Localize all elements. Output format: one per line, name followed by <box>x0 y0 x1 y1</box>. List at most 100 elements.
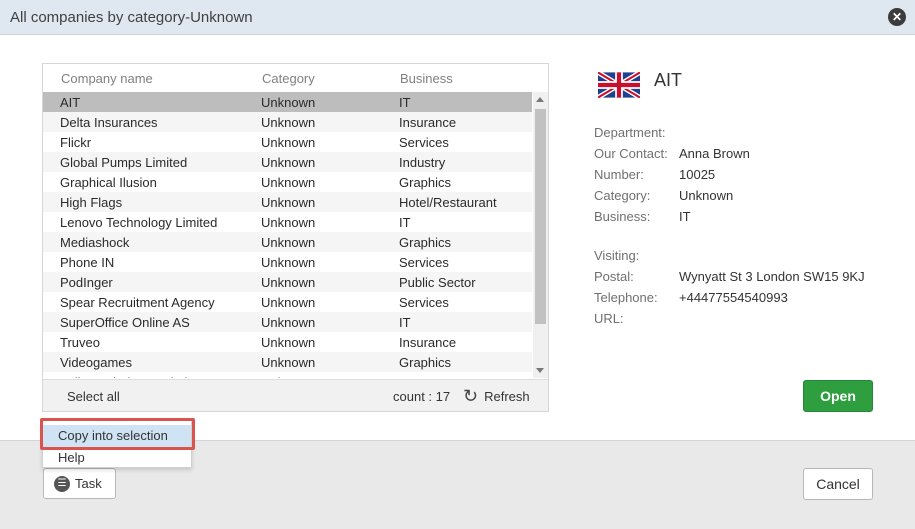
cell-business: Public Sector <box>399 275 476 290</box>
column-header-business[interactable]: Business <box>400 71 453 86</box>
cell-company-name: Graphical Ilusion <box>60 175 157 190</box>
cell-company-name: Lenovo Technology Limited <box>60 215 218 230</box>
table-row[interactable]: Yellow Windows solutions Unknown IT <box>43 372 532 378</box>
cell-category: Unknown <box>261 315 316 330</box>
cell-category: Unknown <box>261 115 316 130</box>
cell-category: Unknown <box>261 135 316 150</box>
table-row[interactable]: Global Pumps Limited Unknown Industry <box>43 152 532 172</box>
cell-business: Services <box>399 135 449 150</box>
cell-company-name: SuperOffice Online AS <box>60 315 190 330</box>
cell-business: Hotel/Restaurant <box>399 195 497 210</box>
uk-flag-icon <box>598 72 640 98</box>
department-label: Department: <box>594 125 666 140</box>
table-row[interactable]: Videogames Unknown Graphics <box>43 352 532 372</box>
refresh-label: Refresh <box>484 389 530 404</box>
cell-business: IT <box>399 215 411 230</box>
cell-business: Graphics <box>399 355 452 370</box>
postal-value: Wynyatt St 3 London SW15 9KJ <box>679 269 865 284</box>
cell-business: Industry <box>399 155 446 170</box>
cell-business: Graphics <box>399 235 452 250</box>
contact-value: Anna Brown <box>679 146 750 161</box>
table-row[interactable]: Delta Insurances Unknown Insurance <box>43 112 532 132</box>
cell-category: Unknown <box>261 155 316 170</box>
cell-business: Insurance <box>399 335 457 350</box>
dialog-title: All companies by category-Unknown <box>10 8 253 26</box>
scroll-thumb[interactable] <box>535 109 546 324</box>
table-row[interactable]: Spear Recruitment Agency Unknown Services <box>43 292 532 312</box>
cell-business: Services <box>399 255 449 270</box>
table-row[interactable]: High Flags Unknown Hotel/Restaurant <box>43 192 532 212</box>
telephone-value[interactable]: +44477554540993 <box>679 290 788 305</box>
table-row[interactable]: SuperOffice Online AS Unknown IT <box>43 312 532 332</box>
cell-company-name: Delta Insurances <box>60 115 158 130</box>
table-row[interactable]: PodInger Unknown Public Sector <box>43 272 532 292</box>
companies-grid: Company name Category Business AIT Unknow… <box>42 63 549 412</box>
scroll-up-icon[interactable] <box>536 97 544 102</box>
cancel-button[interactable]: Cancel <box>803 468 873 500</box>
cell-category: Unknown <box>261 175 316 190</box>
number-label: Number: <box>594 167 644 182</box>
menu-icon: ☰ <box>54 475 70 492</box>
task-button[interactable]: ☰ Task <box>43 468 116 499</box>
column-header-company-name[interactable]: Company name <box>61 71 153 86</box>
visiting-label: Visiting: <box>594 248 640 263</box>
task-menu: Copy into selection Help <box>42 420 192 468</box>
cell-category: Unknown <box>261 335 316 350</box>
table-row[interactable]: Graphical Ilusion Unknown Graphics <box>43 172 532 192</box>
task-label: Task <box>75 476 102 491</box>
url-label: URL: <box>594 311 624 326</box>
cell-company-name: Yellow Windows solutions <box>60 375 208 378</box>
menu-item-help[interactable]: Help <box>43 447 191 469</box>
cell-company-name: PodInger <box>60 275 113 290</box>
grid-header: Company name Category Business <box>43 64 548 92</box>
refresh-button[interactable]: ↻ Refresh <box>463 386 530 407</box>
table-row[interactable]: AIT Unknown IT <box>43 92 532 112</box>
cell-company-name: Mediashock <box>60 235 130 250</box>
category-label: Category: <box>594 188 651 203</box>
table-row[interactable]: Flickr Unknown Services <box>43 132 532 152</box>
cell-category: Unknown <box>261 355 316 370</box>
business-value: IT <box>679 209 691 224</box>
cell-business: Graphics <box>399 175 452 190</box>
cell-company-name: High Flags <box>60 195 123 210</box>
number-value: 10025 <box>679 167 716 182</box>
table-row[interactable]: Phone IN Unknown Services <box>43 252 532 272</box>
cell-company-name: Global Pumps Limited <box>60 155 188 170</box>
cell-category: Unknown <box>261 95 316 110</box>
menu-item-copy-into-selection[interactable]: Copy into selection <box>43 425 191 447</box>
table-row[interactable]: Truveo Unknown Insurance <box>43 332 532 352</box>
scroll-down-icon[interactable] <box>536 368 544 373</box>
cell-category: Unknown <box>261 275 316 290</box>
cell-category: Unknown <box>261 375 315 378</box>
cell-category: Unknown <box>261 195 316 210</box>
open-button[interactable]: Open <box>803 380 873 412</box>
cell-business: IT <box>399 315 411 330</box>
cell-company-name: Phone IN <box>60 255 115 270</box>
refresh-icon: ↻ <box>463 386 479 406</box>
cell-business: Services <box>399 295 449 310</box>
cell-business: Insurance <box>399 115 457 130</box>
row-count: count : 17 <box>393 389 451 404</box>
grid-footer: Select all count : 17 ↻ Refresh <box>43 379 548 411</box>
cell-category: Unknown <box>261 255 316 270</box>
detail-company-name: AIT <box>654 70 683 90</box>
contact-label: Our Contact: <box>594 146 668 161</box>
grid-scrollbar[interactable] <box>533 92 548 378</box>
category-value: Unknown <box>679 188 734 203</box>
table-row[interactable]: Mediashock Unknown Graphics <box>43 232 532 252</box>
cell-company-name: AIT <box>60 95 81 110</box>
cell-category: Unknown <box>261 215 316 230</box>
cell-business: IT <box>399 95 411 110</box>
cell-company-name: Truveo <box>60 335 100 350</box>
column-header-category[interactable]: Category <box>262 71 315 86</box>
cell-business: IT <box>399 375 411 378</box>
company-dialog: All companies by category-Unknown ✕ Comp… <box>0 0 915 529</box>
cell-category: Unknown <box>261 295 316 310</box>
table-row[interactable]: Lenovo Technology Limited Unknown IT <box>43 212 532 232</box>
cell-company-name: Videogames <box>60 355 133 370</box>
cell-company-name: Spear Recruitment Agency <box>60 295 215 310</box>
select-all-button[interactable]: Select all <box>67 389 120 404</box>
grid-rows: AIT Unknown IT Delta Insurances Unknown Insur… <box>43 92 532 378</box>
close-icon[interactable]: ✕ <box>888 8 906 26</box>
cell-company-name: Flickr <box>60 135 92 150</box>
